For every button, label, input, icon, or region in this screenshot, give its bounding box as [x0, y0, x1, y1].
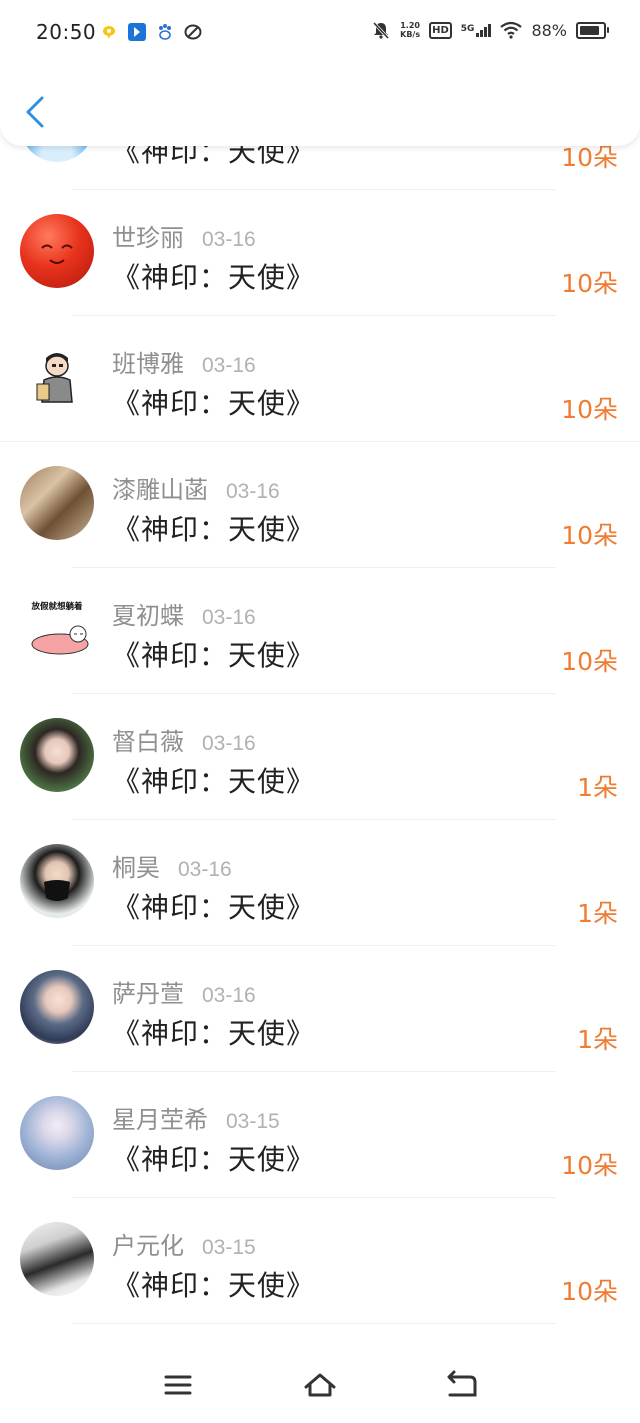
back-button[interactable]	[20, 92, 50, 132]
user-name[interactable]: 桐昊	[112, 848, 160, 883]
back-icon	[447, 1370, 477, 1397]
list-item[interactable]: 户元化 03-15 《神印：天使》 10朵	[0, 1198, 640, 1324]
gift-date: 03-16	[202, 228, 256, 251]
link-icon	[184, 22, 202, 42]
system-nav-bar	[0, 1355, 640, 1423]
item-meta: 萨丹萱 03-16	[112, 974, 256, 1009]
list-item[interactable]: 班博雅 03-16 《神印：天使》 10朵	[0, 316, 640, 442]
avatar[interactable]	[20, 1096, 94, 1170]
item-meta: 漆雕山菡 03-16	[112, 470, 280, 505]
list-item[interactable]: 世珍丽 03-16 《神印：天使》 10朵	[0, 190, 640, 316]
gift-date: 03-16	[202, 732, 256, 755]
list-item[interactable]: 桐昊 03-16 《神印：天使》 1朵	[0, 820, 640, 946]
user-name[interactable]: 星月茔希	[112, 1100, 208, 1135]
book-title: 《神印：天使》	[112, 891, 316, 924]
avatar[interactable]	[20, 214, 94, 288]
book-title: 《神印：天使》	[112, 387, 316, 420]
gift-date: 03-16	[202, 606, 256, 629]
paw-icon	[156, 22, 174, 42]
menu-icon	[164, 1375, 192, 1395]
menu-button[interactable]	[160, 1367, 196, 1403]
avatar[interactable]	[20, 466, 94, 540]
item-meta: 世珍丽 03-16	[112, 218, 256, 253]
meme-lying-icon: 放假就想躺着	[30, 601, 89, 655]
chevron-left-icon	[26, 96, 44, 128]
user-name[interactable]: 班博雅	[112, 344, 184, 379]
status-bar: 20:50 1.20 KB/s HD 5G 88%	[0, 0, 640, 68]
list-item[interactable]: 放假就想躺着 夏初蝶 03-16 《神印：天使》 10朵	[0, 568, 640, 694]
list-item[interactable]: 萨丹萱 03-16 《神印：天使》 1朵	[0, 946, 640, 1072]
cartoon-man-icon	[36, 353, 73, 403]
item-meta: 星月茔希 03-15	[112, 1100, 280, 1135]
meme-caption: 放假就想躺着	[30, 601, 83, 612]
gift-amount: 1朵	[577, 899, 618, 928]
gift-amount: 10朵	[561, 647, 618, 676]
avatar[interactable]	[20, 844, 94, 918]
status-indicators: 1.20 KB/s HD 5G 88%	[371, 20, 609, 40]
smiley-face-icon	[41, 244, 73, 264]
user-name[interactable]: 世珍丽	[112, 218, 184, 253]
avatar[interactable]	[20, 1222, 94, 1296]
network-type: 5G	[460, 23, 475, 34]
avatar[interactable]	[20, 970, 94, 1044]
gift-date: 03-16	[178, 858, 232, 881]
item-meta: 班博雅 03-16	[112, 344, 256, 379]
book-title: 《神印：天使》	[112, 1017, 316, 1050]
user-name[interactable]: 户元化	[112, 1226, 184, 1261]
gift-amount: 10朵	[561, 395, 618, 424]
book-title: 《神印：天使》	[112, 1143, 316, 1176]
gift-date: 03-15	[202, 1236, 256, 1259]
divider	[72, 1323, 556, 1324]
gift-date: 03-15	[226, 1110, 280, 1133]
user-name[interactable]: 萨丹萱	[112, 974, 184, 1009]
signal-icon: 5G	[460, 23, 492, 37]
book-title: 《神印：天使》	[112, 639, 316, 672]
hd-badge: HD	[429, 21, 452, 39]
chat-bubble-icon	[100, 22, 118, 42]
item-meta: 夏初蝶 03-16	[112, 596, 256, 631]
user-name[interactable]: 漆雕山菡	[112, 470, 208, 505]
arrow-app-icon	[128, 22, 146, 42]
wifi-icon	[500, 21, 523, 39]
net-speed-value: 1.20	[400, 21, 420, 30]
book-title: 《神印：天使》	[112, 1269, 316, 1302]
battery-percent: 88%	[531, 20, 567, 40]
battery-icon	[576, 21, 609, 39]
face-mask-icon	[44, 880, 70, 901]
book-title: 《神印：天使》	[112, 513, 316, 546]
back-nav-button[interactable]	[444, 1367, 480, 1403]
item-meta: 桐昊 03-16	[112, 848, 232, 883]
avatar[interactable]: 放假就想躺着	[20, 592, 94, 666]
user-name[interactable]: 夏初蝶	[112, 596, 184, 631]
list-item[interactable]: 漆雕山菡 03-16 《神印：天使》 10朵	[0, 442, 640, 568]
avatar[interactable]	[20, 718, 94, 792]
gift-date: 03-16	[202, 354, 256, 377]
home-button[interactable]	[302, 1367, 338, 1403]
home-icon	[304, 1373, 336, 1397]
avatar[interactable]	[20, 340, 94, 414]
gift-amount: 10朵	[561, 1151, 618, 1180]
gift-amount: 1朵	[577, 773, 618, 802]
gift-date: 03-16	[226, 480, 280, 503]
gift-amount: 10朵	[561, 521, 618, 550]
list-item[interactable]: 督白薇 03-16 《神印：天使》 1朵	[0, 694, 640, 820]
bell-muted-icon	[373, 21, 390, 40]
user-name[interactable]: 督白薇	[112, 722, 184, 757]
item-meta: 户元化 03-15	[112, 1226, 256, 1261]
status-time: 20:50	[36, 20, 97, 44]
notification-icons	[100, 22, 202, 42]
book-title: 《神印：天使》	[112, 765, 316, 798]
gift-date: 03-16	[202, 984, 256, 1007]
item-meta: 督白薇 03-16	[112, 722, 256, 757]
gift-amount: 10朵	[561, 269, 618, 298]
net-speed: 1.20 KB/s	[400, 21, 420, 39]
gift-amount: 1朵	[577, 1025, 618, 1054]
book-title: 《神印：天使》	[112, 261, 316, 294]
gift-amount: 10朵	[561, 1277, 618, 1306]
net-speed-unit: KB/s	[400, 30, 421, 39]
list-item[interactable]: 星月茔希 03-15 《神印：天使》 10朵	[0, 1072, 640, 1198]
battery-fill	[580, 25, 599, 35]
